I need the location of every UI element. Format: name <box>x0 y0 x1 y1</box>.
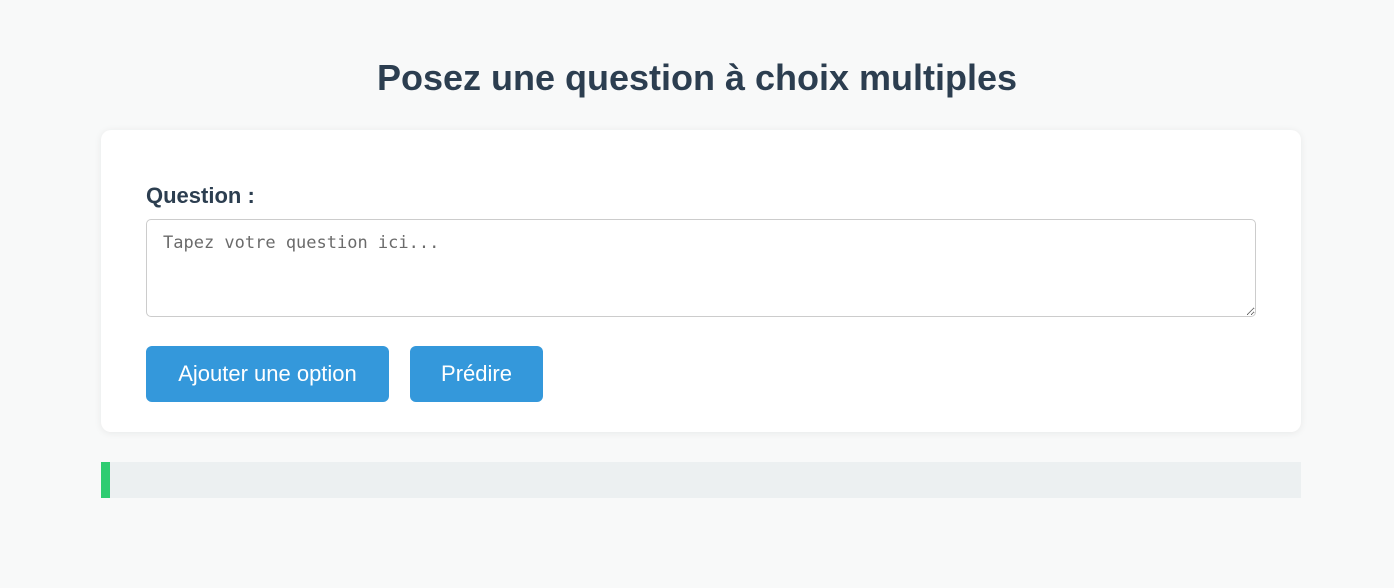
question-label: Question : <box>146 183 255 208</box>
predict-button[interactable]: Prédire <box>410 346 543 402</box>
add-option-button[interactable]: Ajouter une option <box>146 346 389 402</box>
question-input[interactable] <box>146 219 1256 317</box>
page-title: Posez une question à choix multiples <box>376 57 1018 98</box>
question-form-card: Question : Ajouter une option Prédire <box>101 130 1301 432</box>
result-panel <box>101 462 1301 498</box>
